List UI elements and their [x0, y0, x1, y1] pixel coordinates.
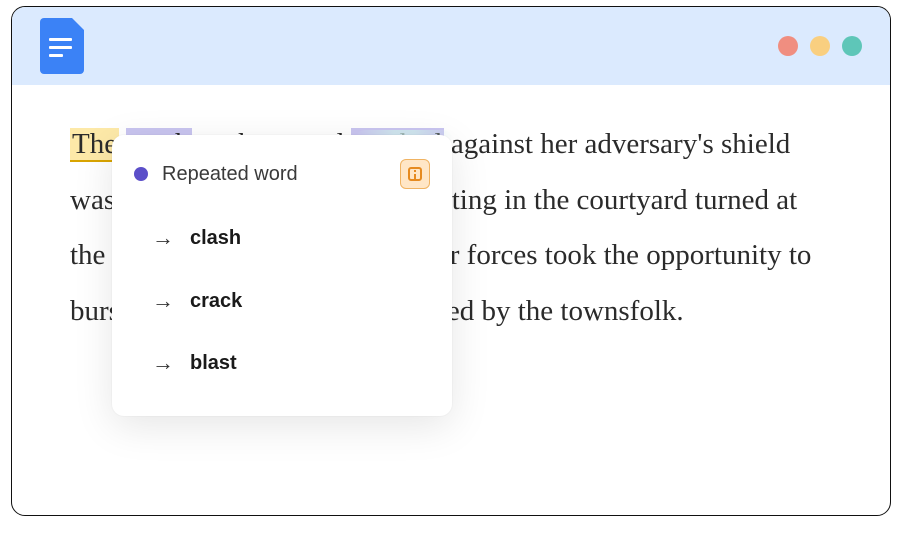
- suggestion-popup: Repeated word → clash → crack → blast: [112, 135, 452, 416]
- suggestion-label: blast: [190, 344, 237, 382]
- suggestion-clash[interactable]: → clash: [134, 207, 430, 269]
- titlebar: [12, 7, 890, 85]
- suggestion-label: crack: [190, 282, 242, 320]
- minimize-dot[interactable]: [810, 36, 830, 56]
- document-body[interactable]: The crash as the sword crashed against h…: [12, 85, 890, 372]
- popup-title: Repeated word: [162, 155, 298, 193]
- maximize-dot[interactable]: [842, 36, 862, 56]
- arrow-icon: →: [152, 342, 174, 384]
- editor-window: The crash as the sword crashed against h…: [11, 6, 891, 516]
- document-icon: [40, 18, 84, 74]
- suggestion-blast[interactable]: → blast: [134, 332, 430, 394]
- info-icon[interactable]: [400, 159, 430, 189]
- popup-header: Repeated word: [134, 155, 430, 193]
- suggestion-label: clash: [190, 219, 241, 257]
- arrow-icon: →: [152, 280, 174, 322]
- suggestion-crack[interactable]: → crack: [134, 270, 430, 332]
- issue-type-dot: [134, 167, 148, 181]
- close-dot[interactable]: [778, 36, 798, 56]
- arrow-icon: →: [152, 217, 174, 259]
- window-controls: [778, 36, 862, 56]
